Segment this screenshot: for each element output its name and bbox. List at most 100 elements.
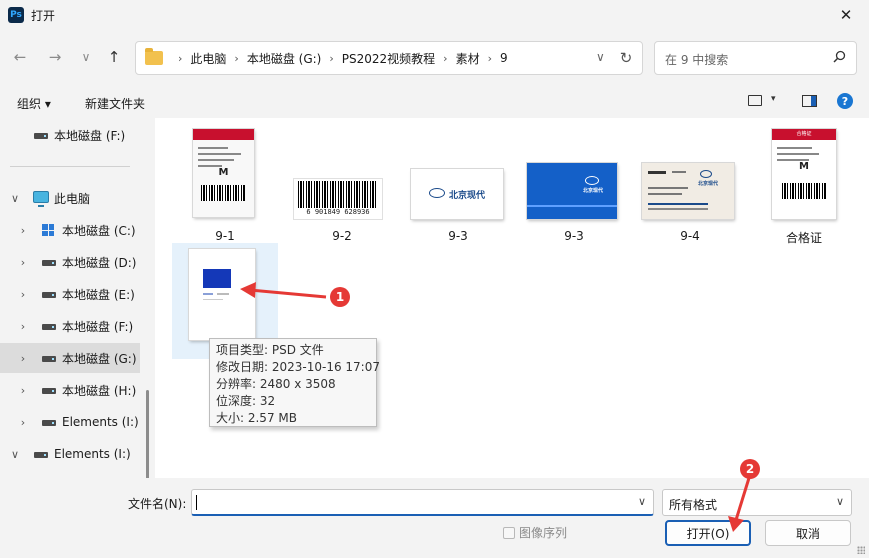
- sidebar-item-drive-c[interactable]: › 本地磁盘 (C:): [0, 215, 140, 245]
- sidebar-item-label: Elements (I:): [54, 447, 131, 461]
- open-button[interactable]: 打开(O): [665, 520, 751, 546]
- sidebar-item-elements-i[interactable]: › Elements (I:): [0, 407, 140, 437]
- computer-icon: [33, 191, 49, 207]
- file-type-select[interactable]: 所有格式 ∨: [662, 489, 852, 516]
- up-arrow-icon[interactable]: ↑: [104, 47, 124, 67]
- breadcrumb-folder-9[interactable]: 9: [500, 51, 508, 65]
- sidebar-item-drive-d[interactable]: › 本地磁盘 (D:): [0, 247, 140, 277]
- filename-input[interactable]: ∨: [191, 489, 654, 516]
- sidebar-item-drive-h[interactable]: › 本地磁盘 (H:): [0, 375, 140, 405]
- chevron-right-icon[interactable]: ›: [17, 352, 29, 365]
- file-thumbnail: M: [193, 129, 254, 217]
- chevron-down-icon[interactable]: ∨: [638, 495, 646, 508]
- chevron-right-icon[interactable]: ›: [17, 320, 29, 333]
- forward-arrow-icon[interactable]: →: [45, 47, 65, 67]
- sidebar-item-drive-f-top[interactable]: 本地磁盘 (F:): [0, 120, 140, 150]
- breadcrumb: › 此电脑 › 本地磁盘 (G:) › PS2022视频教程 › 素材 › 9: [170, 42, 508, 74]
- organize-menu-button[interactable]: 组织 ▾: [17, 95, 51, 112]
- footer-panel: 文件名(N): ∨ 所有格式 ∨ 图像序列 打开(O) 取消: [0, 478, 869, 558]
- chevron-right-icon[interactable]: ›: [17, 224, 29, 237]
- photoshop-app-icon: Ps: [8, 7, 24, 23]
- sidebar-item-label: Elements (I:): [62, 415, 139, 429]
- thumbnail-brand-text: 北京现代: [698, 181, 719, 187]
- file-name: 9-4: [680, 229, 700, 243]
- file-thumbnail: [189, 249, 255, 340]
- thumbnail-brand-text: 北京现代: [449, 191, 486, 201]
- breadcrumb-drive-g[interactable]: 本地磁盘 (G:): [247, 50, 322, 67]
- hyundai-logo-icon: [700, 170, 712, 178]
- sidebar-item-label: 本地磁盘 (F:): [54, 128, 126, 143]
- breadcrumb-this-pc[interactable]: 此电脑: [190, 50, 226, 67]
- drive-icon: [42, 420, 56, 426]
- drive-icon: [42, 388, 56, 394]
- drive-icon: [42, 356, 56, 362]
- drive-icon: [34, 133, 48, 139]
- filename-label: 文件名(N):: [128, 497, 187, 511]
- address-history-chevron-icon[interactable]: ∨: [596, 50, 605, 64]
- back-arrow-icon[interactable]: ←: [10, 47, 30, 67]
- view-mode-icon[interactable]: [748, 95, 762, 106]
- sidebar-item-this-pc[interactable]: ∨ 此电脑: [0, 183, 140, 213]
- new-folder-button[interactable]: 新建文件夹: [85, 95, 145, 112]
- file-item[interactable]: 北京现代 9-4: [637, 123, 743, 243]
- address-bar[interactable]: › 此电脑 › 本地磁盘 (G:) › PS2022视频教程 › 素材 › 9 …: [135, 41, 643, 75]
- sidebar-scrollbar[interactable]: [146, 390, 149, 478]
- hyundai-logo-icon: [429, 188, 445, 198]
- thumbnail-size-text: M: [799, 161, 809, 172]
- refresh-icon[interactable]: ↻: [616, 48, 636, 68]
- sidebar-item-drive-g[interactable]: › 本地磁盘 (G:): [0, 343, 140, 373]
- tooltip-size: 大小: 2.57 MB: [216, 411, 297, 425]
- sidebar-item-label: 本地磁盘 (F:): [62, 319, 134, 334]
- windows-drive-icon: [42, 224, 54, 236]
- recent-locations-chevron-icon[interactable]: ∨: [76, 47, 96, 67]
- sidebar-item-label: 本地磁盘 (C:): [62, 223, 136, 238]
- file-thumbnail: 北京现代: [642, 163, 734, 219]
- sidebar-item-drive-e[interactable]: › 本地磁盘 (E:): [0, 279, 140, 309]
- file-thumbnail: 6 901849 628936: [294, 179, 382, 219]
- cancel-button[interactable]: 取消: [765, 520, 851, 546]
- file-item[interactable]: 6 901849 628936 9-2: [289, 123, 395, 243]
- view-mode-chevron-icon[interactable]: ▾: [771, 94, 776, 104]
- file-item[interactable]: M 9-1: [172, 123, 278, 243]
- file-thumbnail: 北京现代: [527, 163, 617, 219]
- file-item[interactable]: 北京现代 9-3: [521, 123, 627, 243]
- sidebar-item-label: 本地磁盘 (G:): [62, 351, 137, 366]
- chevron-right-icon[interactable]: ›: [17, 416, 29, 429]
- title-bar: Ps 打开 ✕: [0, 0, 869, 30]
- file-item[interactable]: 合格证 M 合格证: [751, 123, 857, 245]
- sidebar-item-elements-i-root[interactable]: ∨ Elements (I:): [0, 439, 140, 469]
- file-item[interactable]: 北京现代 9-3: [405, 123, 511, 243]
- close-button[interactable]: ✕: [823, 0, 869, 30]
- sidebar-divider: [10, 166, 130, 167]
- image-sequence-label: 图像序列: [519, 526, 568, 540]
- chevron-down-icon[interactable]: ∨: [9, 448, 21, 461]
- sidebar-item-drive-f[interactable]: › 本地磁盘 (F:): [0, 311, 140, 341]
- chevron-down-icon[interactable]: ∨: [9, 192, 21, 205]
- sidebar-item-label: 本地磁盘 (D:): [62, 255, 137, 270]
- chevron-right-icon[interactable]: ›: [17, 384, 29, 397]
- chevron-down-icon[interactable]: ∨: [836, 495, 844, 508]
- resize-grip-icon[interactable]: [857, 546, 865, 554]
- tooltip-resolution: 分辨率: 2480 x 3508: [216, 377, 336, 391]
- breadcrumb-separator-icon: ›: [443, 51, 448, 65]
- text-caret: [196, 495, 197, 510]
- breadcrumb-materials-folder[interactable]: 素材: [456, 50, 480, 67]
- image-sequence-checkbox[interactable]: 图像序列: [503, 524, 567, 541]
- drive-icon: [34, 452, 48, 458]
- preview-pane-icon[interactable]: [802, 95, 817, 107]
- tooltip-bit-depth: 位深度: 32: [216, 394, 276, 408]
- breadcrumb-tutorial-folder[interactable]: PS2022视频教程: [342, 50, 435, 67]
- annotation-badge-1: 1: [330, 287, 350, 307]
- breadcrumb-separator-icon: ›: [487, 51, 492, 65]
- search-input[interactable]: 在 9 中搜索: [654, 41, 857, 75]
- file-name: 9-1: [215, 229, 235, 243]
- chevron-right-icon[interactable]: ›: [17, 256, 29, 269]
- chevron-right-icon[interactable]: ›: [17, 288, 29, 301]
- help-icon[interactable]: ?: [837, 93, 853, 109]
- file-thumbnail: 合格证 M: [772, 129, 836, 219]
- tooltip-item-type: 项目类型: PSD 文件: [216, 343, 324, 357]
- thumbnail-header: [193, 129, 254, 140]
- file-thumbnail: 北京现代: [411, 169, 503, 219]
- checkbox-icon[interactable]: [503, 526, 515, 539]
- drive-icon: [42, 324, 56, 330]
